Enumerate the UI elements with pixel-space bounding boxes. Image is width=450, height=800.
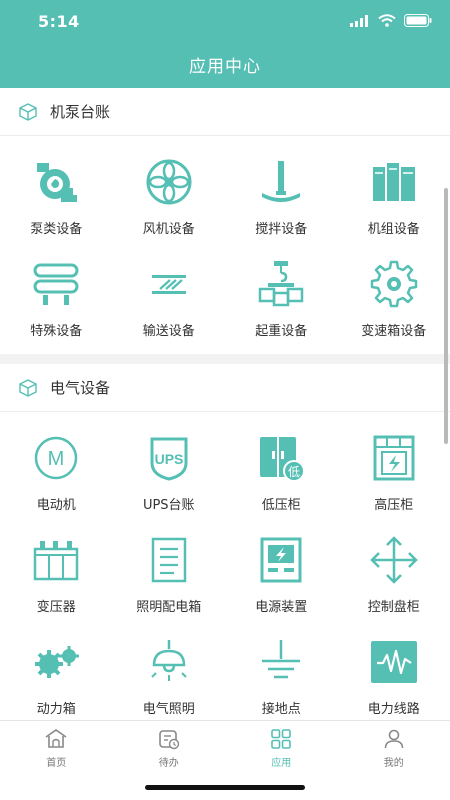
app-label: 搅拌设备 — [255, 222, 308, 237]
section-title: 电气设备 — [50, 379, 111, 397]
power-line-icon — [370, 641, 417, 683]
todo-icon — [158, 730, 179, 750]
power-supply-icon — [260, 537, 302, 583]
conveyor-icon — [151, 275, 186, 294]
app-control-panel-cabinet[interactable]: 控制盘柜 — [338, 528, 450, 630]
scrollbar[interactable] — [444, 188, 448, 444]
power-box-icon — [35, 646, 80, 678]
tab-profile[interactable]: 我的 — [338, 721, 450, 771]
app-label: 起重设备 — [255, 324, 308, 339]
tab-label: 待办 — [158, 758, 179, 769]
app-label: 控制盘柜 — [367, 600, 420, 615]
ups-icon: UPS — [150, 437, 188, 481]
header: 5:14 应用中心 — [0, 0, 450, 88]
section-header: 机泵台账 — [0, 88, 450, 136]
app-lighting-distribution-box[interactable]: 照明配电箱 — [113, 528, 226, 630]
app-label: 动力箱 — [36, 702, 76, 717]
app-label: 泵类设备 — [30, 222, 83, 237]
control-panel-icon — [369, 536, 418, 584]
tab-label: 应用 — [271, 758, 292, 769]
section-electrical-equipment: 电气设备 M 电动机 UPS UPS台账 低 低压柜 高压柜 变压器 照明配电箱… — [0, 364, 450, 720]
app-label: 变速箱设备 — [361, 324, 427, 339]
app-ups-ledger[interactable]: UPS UPS台账 — [113, 426, 226, 528]
app-unit-equipment[interactable]: 机组设备 — [338, 150, 450, 252]
app-label: 电动机 — [36, 498, 76, 513]
app-transformer[interactable]: 变压器 — [0, 528, 113, 630]
app-label: 变压器 — [36, 600, 76, 615]
low-voltage-cabinet-icon: 低 — [260, 437, 306, 482]
wifi-icon — [378, 14, 396, 27]
status-time: 5:14 — [38, 12, 80, 31]
app-power-box[interactable]: 动力箱 — [0, 630, 113, 720]
low-voltage-glyph: 低 — [288, 465, 300, 479]
app-high-voltage-cabinet[interactable]: 高压柜 — [338, 426, 450, 528]
app-special-equipment[interactable]: 特殊设备 — [0, 252, 113, 354]
cube-icon — [19, 378, 37, 397]
lighting-distribution-box-icon — [151, 537, 186, 583]
unit-icon — [372, 163, 415, 201]
app-label: 接地点 — [261, 702, 301, 717]
app-grounding-point[interactable]: 接地点 — [225, 630, 338, 720]
grounding-point-icon — [262, 640, 301, 679]
section-title: 机泵台账 — [50, 103, 111, 121]
app-crane-equipment[interactable]: 起重设备 — [225, 252, 338, 354]
status-bar: 5:14 — [0, 0, 450, 44]
special-equipment-icon — [33, 263, 79, 305]
app-grid: 泵类设备 风机设备 搅拌设备 机组设备 特殊设备 输送设备 起重设备 变速箱设备 — [0, 136, 450, 354]
page-title: 应用中心 — [189, 57, 261, 77]
app-label: 特殊设备 — [30, 324, 83, 339]
app-power-supply[interactable]: 电源装置 — [225, 528, 338, 630]
app-label: 高压柜 — [374, 498, 414, 513]
gearbox-icon — [370, 260, 417, 308]
app-label: 机组设备 — [367, 222, 420, 237]
app-motor[interactable]: M 电动机 — [0, 426, 113, 528]
tab-apps[interactable]: 应用 — [225, 721, 338, 771]
electrical-lighting-icon — [151, 640, 187, 681]
app-mixer-equipment[interactable]: 搅拌设备 — [225, 150, 338, 252]
app-list[interactable]: 机泵台账 泵类设备 风机设备 搅拌设备 机组设备 特殊设备 输送设备 起重设备 … — [0, 88, 450, 720]
app-conveyor-equipment[interactable]: 输送设备 — [113, 252, 226, 354]
high-voltage-cabinet-icon — [373, 435, 415, 481]
app-low-voltage-cabinet[interactable]: 低 低压柜 — [225, 426, 338, 528]
app-label: 照明配电箱 — [136, 600, 202, 615]
app-grid: M 电动机 UPS UPS台账 低 低压柜 高压柜 变压器 照明配电箱 电源装置… — [0, 412, 450, 720]
app-label: 电源装置 — [255, 600, 308, 615]
profile-icon — [384, 729, 404, 749]
battery-icon — [404, 14, 432, 27]
app-screen: 5:14 应用中心 机泵台账 泵类设备 风机设备 搅拌设备 机组设备 特殊设备 … — [0, 0, 450, 800]
app-label: 电气照明 — [142, 702, 195, 717]
home-icon — [45, 729, 67, 748]
motor-icon: M — [35, 436, 78, 480]
tab-todo[interactable]: 待办 — [113, 721, 226, 771]
app-label: 输送设备 — [142, 324, 195, 339]
status-icons — [350, 14, 432, 27]
app-label: UPS台账 — [142, 498, 195, 513]
section-pump-ledger: 机泵台账 泵类设备 风机设备 搅拌设备 机组设备 特殊设备 输送设备 起重设备 … — [0, 88, 450, 354]
app-electrical-lighting[interactable]: 电气照明 — [113, 630, 226, 720]
app-fan-equipment[interactable]: 风机设备 — [113, 150, 226, 252]
app-label: 电力线路 — [367, 702, 420, 717]
home-indicator — [145, 785, 305, 790]
tab-home[interactable]: 首页 — [0, 721, 113, 771]
apps-icon — [271, 729, 292, 749]
pump-icon — [37, 163, 78, 202]
fan-icon — [146, 159, 192, 205]
tab-label: 首页 — [46, 758, 67, 769]
section-header: 电气设备 — [0, 364, 450, 412]
motor-glyph: M — [48, 448, 65, 470]
mixer-icon — [262, 161, 301, 202]
app-label: 低压柜 — [261, 498, 301, 513]
tab-label: 我的 — [383, 758, 404, 769]
transformer-icon — [34, 541, 79, 581]
cube-icon — [19, 102, 37, 121]
ups-glyph: UPS — [154, 451, 183, 467]
app-gearbox-equipment[interactable]: 变速箱设备 — [338, 252, 450, 354]
app-power-line[interactable]: 电力线路 — [338, 630, 450, 720]
app-label: 风机设备 — [142, 222, 195, 237]
signal-icon — [350, 14, 368, 27]
crane-icon — [259, 261, 304, 307]
app-pump-equipment[interactable]: 泵类设备 — [0, 150, 113, 252]
